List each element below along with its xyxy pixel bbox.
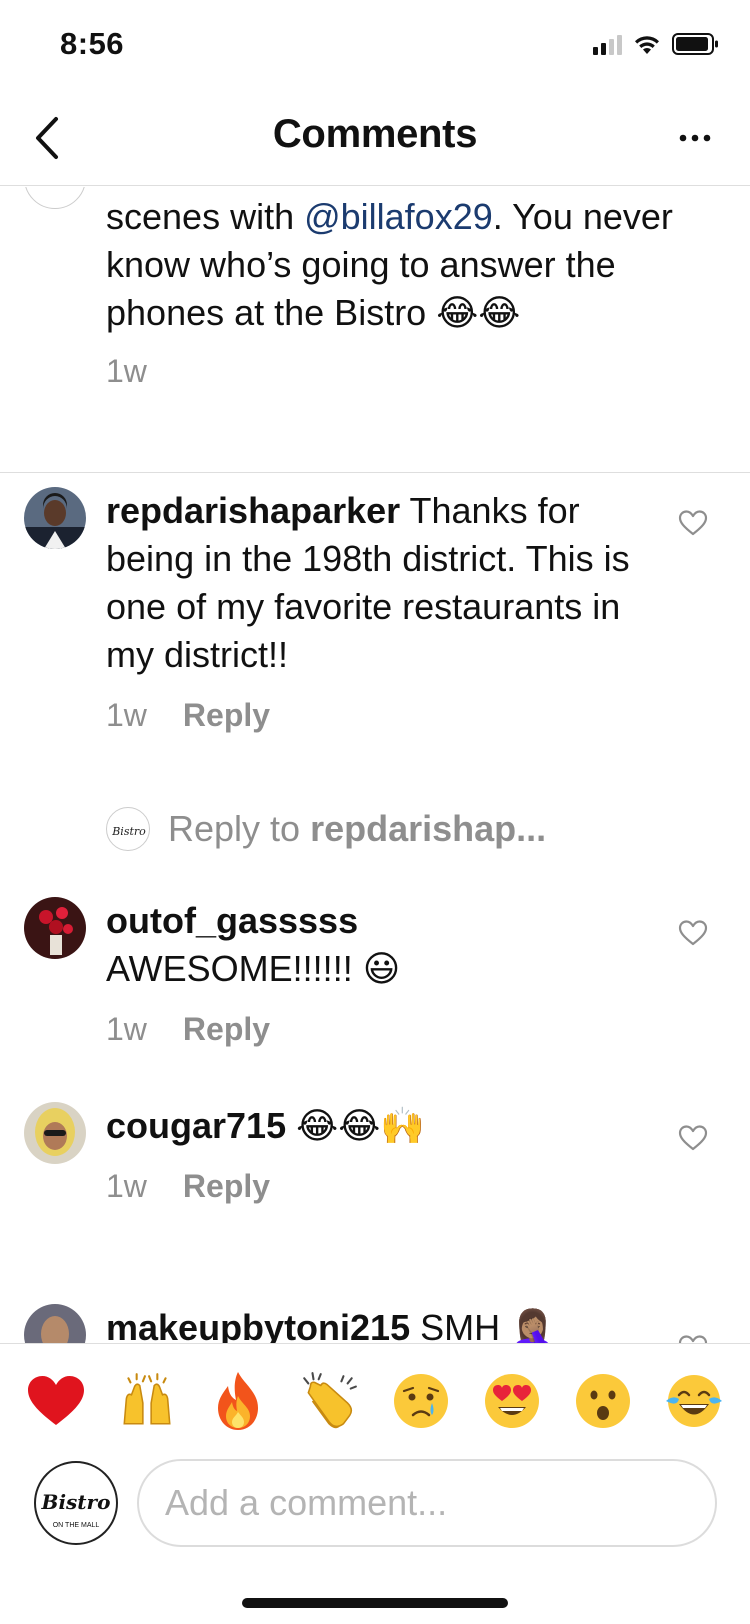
surprised-face-emoji-button[interactable] [568, 1366, 638, 1436]
view-reply-row[interactable]: Bistro Reply to repdarishap... [106, 807, 546, 851]
comment-body: outof_gasssss AWESOME!!!!!! 😃 1w Reply [106, 897, 666, 1053]
clapping-hands-icon [303, 1371, 358, 1428]
more-dots-icon [679, 134, 711, 142]
avatar[interactable] [24, 897, 86, 959]
tears-of-joy-icon: 😂 [436, 292, 479, 333]
tears-of-joy-face-icon [666, 1374, 723, 1427]
comment-body: repdarishaparker Thanks for being in the… [106, 487, 666, 739]
raising-hands-icon: 🙌 [380, 1105, 426, 1146]
page-title: Comments [272, 112, 478, 156]
logo-text: Bistro [41, 1490, 111, 1514]
surprised-face-icon [576, 1373, 631, 1428]
comment-body: cougar715 😂😂🙌 1w Reply [106, 1102, 666, 1210]
bistro-avatar[interactable] [24, 187, 86, 209]
fire-icon [218, 1371, 259, 1430]
comment-text: AWESOME!!!!!! [106, 948, 363, 989]
comment-username[interactable]: repdarishaparker [106, 490, 400, 531]
bistro-logo-icon: Bistro [111, 825, 146, 838]
comment-meta: 1w Reply [106, 1005, 666, 1053]
timestamp: 1w [106, 1168, 147, 1204]
timestamp: 1w [106, 1011, 147, 1047]
clapping-hands-emoji-button[interactable] [294, 1366, 364, 1436]
raising-hands-emoji-button[interactable] [112, 1366, 182, 1436]
navigation-bar: Comments [0, 90, 750, 186]
roses-photo-icon [24, 897, 86, 959]
comment-username[interactable]: makeupbytoni215 [106, 1307, 410, 1343]
comment-text [286, 1105, 296, 1146]
profile-photo-icon [24, 1304, 86, 1343]
avatar[interactable] [24, 1102, 86, 1164]
heart-eyes-face-icon [484, 1373, 539, 1428]
heart-eyes-emoji-button[interactable] [477, 1366, 547, 1436]
profile-photo-icon [24, 1102, 86, 1164]
bistro-mini-avatar: Bistro [106, 807, 150, 851]
reply-to-prefix: Reply to [168, 808, 311, 849]
cellular-signal-icon [593, 33, 622, 55]
reply-to-user: repdarishap... [310, 808, 547, 849]
battery-icon [672, 33, 718, 55]
tears-of-joy-emoji-button[interactable] [659, 1366, 729, 1436]
svg-text:Bistro: Bistro [111, 825, 146, 838]
tears-of-joy-icon: 😂 [296, 1105, 339, 1146]
tears-of-joy-icon: 😂 [338, 1105, 381, 1146]
tears-of-joy-icon: 😂 [478, 292, 521, 333]
status-bar: 8:56 [0, 0, 750, 90]
reply-button[interactable]: Reply [183, 1005, 270, 1053]
comment-username[interactable]: cougar715 [106, 1105, 286, 1146]
comment-meta: 1w Reply [106, 691, 666, 739]
more-options-button[interactable] [670, 118, 720, 158]
bistro-logo-icon: Bistro ON THE MALL [41, 1490, 111, 1529]
comment-meta: 1w Reply [106, 1162, 666, 1210]
heart-outline-icon[interactable] [678, 1124, 708, 1152]
current-user-avatar[interactable]: Bistro ON THE MALL [34, 1461, 118, 1545]
post-caption: scenes with @billafox29. You never know … [0, 187, 750, 473]
smiley-face-icon: 😃 [362, 948, 401, 989]
mention-link[interactable]: @billafox29 [304, 196, 493, 237]
timestamp: 1w [106, 697, 147, 733]
raising-hands-icon [123, 1372, 171, 1425]
comment-body: makeupbytoni215 SMH 🤦🏽‍♀️ [106, 1304, 666, 1343]
caption-meta: 1w [106, 347, 706, 395]
heart-outline-icon[interactable] [678, 1334, 708, 1343]
red-heart-emoji-button[interactable] [21, 1366, 91, 1436]
emoji-quick-bar [0, 1343, 750, 1457]
home-indicator [242, 1598, 508, 1608]
add-comment-input[interactable] [137, 1459, 717, 1547]
comment-composer: Bistro ON THE MALL [0, 1457, 750, 1557]
reply-button[interactable]: Reply [183, 691, 270, 739]
avatar[interactable] [24, 1304, 86, 1343]
reply-to-text: Reply to repdarishap... [168, 808, 546, 850]
logo-subtext: ON THE MALL [53, 1522, 100, 1529]
crying-face-emoji-button[interactable] [386, 1366, 456, 1436]
caption-text-start: scenes with [106, 196, 305, 237]
crying-face-icon [393, 1373, 448, 1428]
timestamp: 1w [106, 353, 147, 389]
avatar[interactable] [24, 487, 86, 549]
heart-outline-icon[interactable] [678, 919, 708, 947]
wifi-icon [635, 36, 659, 54]
comments-list[interactable]: scenes with @billafox29. You never know … [0, 187, 750, 1343]
status-time: 8:56 [60, 26, 125, 61]
fire-emoji-button[interactable] [203, 1366, 273, 1436]
comment-username[interactable]: outof_gasssss [106, 900, 358, 941]
face-palm-icon: 🤦🏽‍♀️ [510, 1307, 555, 1343]
heart-outline-icon[interactable] [678, 509, 708, 537]
comment-text: SMH [410, 1307, 511, 1343]
reply-button[interactable]: Reply [183, 1162, 270, 1210]
status-icons [593, 32, 720, 56]
red-heart-icon [27, 1375, 84, 1425]
profile-photo-icon [24, 487, 86, 549]
caption-text: scenes with @billafox29. You never know … [106, 193, 706, 395]
